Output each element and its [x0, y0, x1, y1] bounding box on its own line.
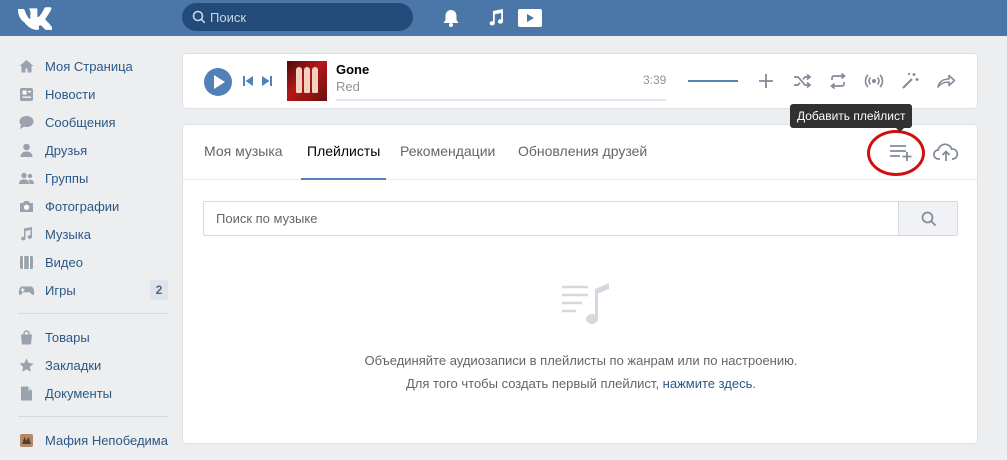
bag-icon	[21, 329, 32, 344]
sidebar-item-app-mafia[interactable]: Мафия Непобедима	[14, 426, 174, 454]
highlight-circle	[867, 130, 925, 176]
empty-state-hint-prefix: Для того чтобы создать первый плейлист,	[405, 376, 663, 391]
music-search[interactable]	[203, 201, 958, 236]
music-tabs: Моя музыка Плейлисты Рекомендации Обновл…	[183, 125, 977, 180]
add-icon[interactable]	[755, 70, 777, 92]
track-time: 3:39	[643, 73, 667, 87]
video-icon	[20, 255, 33, 269]
sidebar-divider	[18, 416, 168, 417]
document-icon	[21, 386, 32, 400]
header-search-input[interactable]	[210, 3, 405, 31]
track-progress-bar[interactable]	[336, 99, 666, 101]
cover-figure	[296, 67, 302, 93]
sidebar-item-goods[interactable]: Товары	[14, 323, 174, 351]
empty-state-hint-suffix: .	[752, 376, 757, 391]
upload-cloud-icon[interactable]	[932, 140, 960, 164]
sidebar-item-label: Музыка	[45, 226, 91, 242]
cover-figure	[304, 67, 310, 93]
sidebar-item-label: Друзья	[45, 142, 88, 158]
play-button[interactable]	[204, 68, 232, 96]
album-cover[interactable]	[287, 61, 327, 101]
sidebar-item-label: Видео	[45, 254, 83, 270]
user-icon	[20, 143, 33, 157]
sidebar-item-photos[interactable]: Фотографии	[14, 192, 174, 220]
empty-state-text: Объединяйте аудиозаписи в плейлисты по ж…	[364, 353, 798, 368]
music-page: Моя музыка Плейлисты Рекомендации Обновл…	[182, 124, 978, 444]
sidebar-item-music[interactable]: Музыка	[14, 220, 174, 248]
sidebar-item-video[interactable]: Видео	[14, 248, 174, 276]
play-video-icon[interactable]	[517, 7, 543, 29]
play-icon	[214, 75, 225, 89]
share-icon[interactable]	[935, 70, 957, 92]
sidebar-item-label: Сообщения	[45, 114, 116, 130]
create-playlist-link[interactable]: нажмите здесь	[663, 376, 753, 391]
bell-icon[interactable]	[440, 7, 462, 29]
tab-my-music[interactable]: Моя музыка	[202, 125, 285, 180]
vk-logo-icon[interactable]	[16, 5, 52, 31]
header-search[interactable]	[182, 3, 413, 31]
tab-playlists[interactable]: Плейлисты	[301, 125, 386, 180]
sidebar-item-label: Новости	[45, 86, 96, 102]
broadcast-icon[interactable]	[863, 70, 885, 92]
previous-track-icon[interactable]	[241, 74, 255, 88]
music-search-button[interactable]	[898, 202, 957, 235]
cover-figure	[312, 67, 318, 93]
groups-icon	[19, 172, 34, 184]
top-header	[0, 0, 1007, 36]
sidebar-item-messages[interactable]: Сообщения	[14, 108, 174, 136]
search-icon	[192, 10, 206, 24]
shuffle-icon[interactable]	[791, 70, 813, 92]
tab-friends-updates[interactable]: Обновления друзей	[516, 125, 649, 180]
volume-slider[interactable]	[688, 80, 738, 82]
sidebar-item-label: Закладки	[45, 357, 102, 373]
sidebar-item-groups[interactable]: Группы	[14, 164, 174, 192]
music-icon	[21, 226, 32, 240]
music-search-input[interactable]	[204, 202, 898, 235]
next-track-icon[interactable]	[260, 74, 274, 88]
audio-player: Gone Red 3:39	[182, 53, 978, 109]
gamepad-icon	[18, 286, 35, 295]
sidebar-item-friends[interactable]: Друзья	[14, 136, 174, 164]
track-title[interactable]: Gone	[336, 62, 369, 77]
games-count-badge: 2	[150, 280, 168, 300]
sidebar-item-label: Игры	[45, 282, 76, 298]
sidebar-item-label: Товары	[45, 329, 90, 345]
messages-icon	[19, 115, 34, 129]
sidebar-item-my-page[interactable]: Моя Страница	[14, 52, 174, 80]
sidebar-item-label: Мафия Непобедима	[45, 432, 168, 448]
sidebar-item-label: Документы	[45, 385, 113, 401]
sidebar-item-news[interactable]: Новости	[14, 80, 174, 108]
home-icon	[19, 59, 34, 72]
camera-icon	[20, 200, 33, 212]
add-playlist-tooltip: Добавить плейлист	[790, 104, 913, 132]
empty-state-hint: Для того чтобы создать первый плейлист, …	[183, 376, 979, 391]
sidebar-item-label: Фотографии	[45, 198, 120, 214]
sidebar-item-label: Группы	[45, 170, 89, 186]
magic-wand-icon[interactable]	[899, 70, 921, 92]
track-artist[interactable]: Red	[336, 79, 360, 94]
left-sidebar: Моя Страница Новости Сообщения Друзья Гр…	[14, 52, 174, 454]
playlist-empty-icon	[562, 283, 609, 325]
sidebar-item-bookmarks[interactable]: Закладки	[14, 351, 174, 379]
sidebar-divider	[18, 313, 168, 314]
sidebar-item-games[interactable]: Игры 2	[14, 276, 174, 304]
news-icon	[20, 87, 33, 101]
repeat-icon[interactable]	[827, 70, 849, 92]
app-icon	[20, 433, 33, 447]
sidebar-item-documents[interactable]: Документы	[14, 379, 174, 407]
search-icon	[921, 211, 937, 227]
sidebar-item-label: Моя Страница	[45, 58, 133, 74]
tab-recommendations[interactable]: Рекомендации	[398, 125, 497, 180]
music-note-icon[interactable]	[485, 7, 507, 29]
star-icon	[19, 358, 34, 372]
